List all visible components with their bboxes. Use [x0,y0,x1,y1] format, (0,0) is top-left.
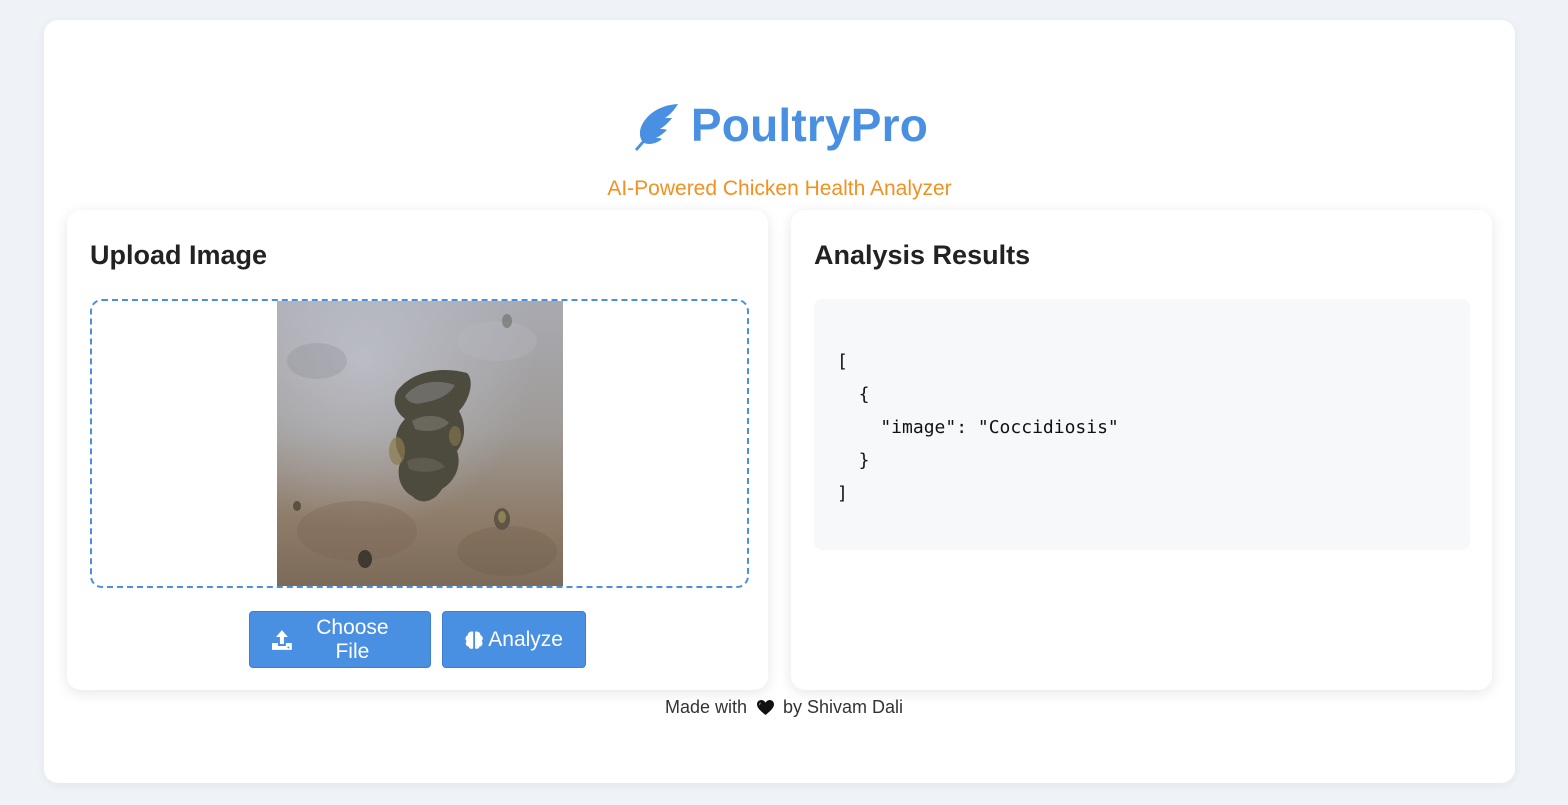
analyze-label: Analyze [488,627,563,651]
preview-image [277,301,563,586]
results-panel: Analysis Results [ { "image": "Coccidios… [791,210,1492,690]
footer: Made with by Shivam Dali [0,697,1568,718]
upload-panel: Upload Image Choose File Analyze [67,210,768,690]
analyze-button[interactable]: Analyze [442,611,586,668]
upload-panel-title: Upload Image [90,240,268,270]
app-header: PoultryPro [44,98,1515,152]
result-json: [ { "image": "Coccidiosis" } ] [837,351,1119,504]
heart-icon [757,699,774,716]
image-drop-zone[interactable] [90,299,749,588]
choose-file-label: Choose File [316,615,389,663]
footer-author: by Shivam Dali [783,697,904,717]
app-subtitle: AI-Powered Chicken Health Analyzer [607,177,952,200]
footer-prefix: Made with [664,697,747,717]
upload-actions: Choose File Analyze [67,611,768,668]
result-output-box: [ { "image": "Coccidiosis" } ] [814,299,1470,550]
feather-icon [634,104,678,151]
brain-icon [465,630,483,649]
app-title: PoultryPro [690,99,929,151]
upload-icon [271,629,292,650]
choose-file-button[interactable]: Choose File [249,611,431,668]
results-panel-title: Analysis Results [814,240,1031,270]
